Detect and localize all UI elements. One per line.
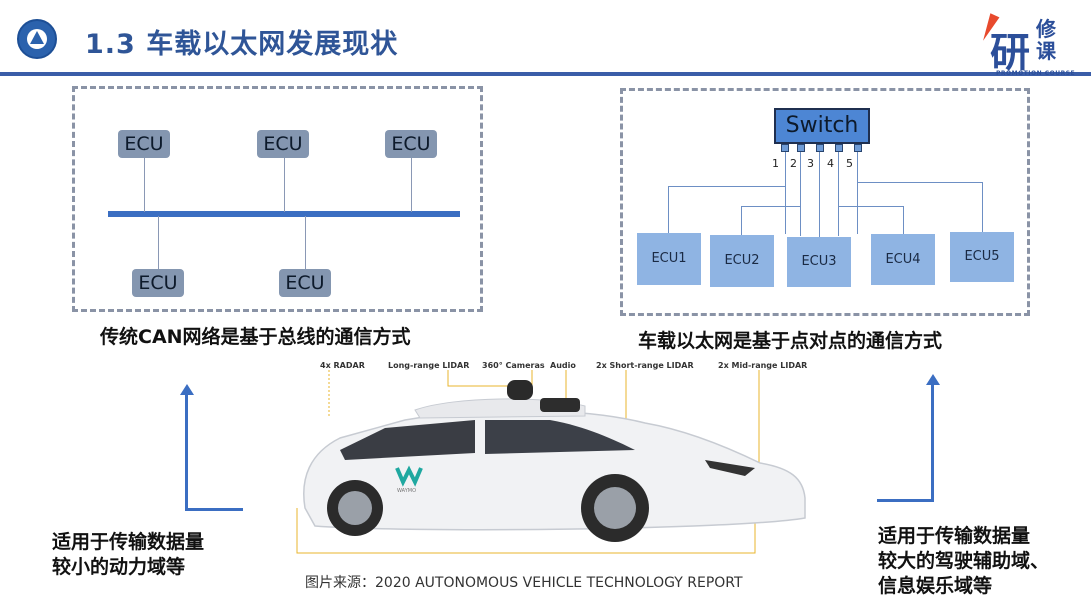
note-line: 适用于传输数据量 — [52, 531, 205, 553]
switch-port — [816, 144, 824, 152]
wire-port3 — [819, 152, 820, 237]
port-number: 4 — [827, 157, 834, 170]
brand-side-text: 修课 — [1036, 17, 1056, 63]
wire-port5-h — [857, 182, 983, 234]
note-line: 信息娱乐域等 — [878, 575, 993, 597]
arrow-shaft — [877, 499, 934, 502]
can-stub — [411, 156, 412, 212]
switch-port — [781, 144, 789, 152]
institution-logo — [17, 19, 57, 59]
can-ecu: ECU — [118, 130, 170, 158]
note-line: 较大的驾驶辅助域、 — [878, 550, 1050, 572]
can-stub — [158, 216, 159, 270]
can-stub — [284, 156, 285, 212]
can-stub — [144, 156, 145, 212]
note-line: 较小的动力域等 — [52, 556, 186, 578]
left-note: 适用于传输数据量 较小的动力域等 — [52, 530, 204, 580]
switch-port — [797, 144, 805, 152]
wire-port2-h — [741, 206, 801, 236]
can-stub — [305, 216, 306, 270]
leader-line — [447, 370, 515, 387]
wheel-rim — [594, 487, 636, 529]
note-line: 适用于传输数据量 — [878, 525, 1031, 547]
roof-sensor — [540, 398, 580, 412]
ethernet-ecu: ECU3 — [787, 237, 851, 287]
logo-emblem-icon — [30, 31, 44, 44]
ethernet-caption: 车载以太网是基于点对点的通信方式 — [638, 330, 943, 352]
arrow-shaft — [931, 382, 934, 501]
car-illustration: WAYMO — [296, 370, 806, 554]
port-number: 3 — [807, 157, 814, 170]
image-source: 图片来源：2020 AUTONOMOUS VEHICLE TECHNOLOGY … — [305, 575, 743, 591]
can-ecu: ECU — [279, 269, 331, 297]
brand-subtitle: PROMOTION COURSE — [996, 70, 1076, 77]
lidar-dome — [507, 380, 533, 400]
brand-logo: 研 修课 PROMOTION COURSE — [978, 8, 1084, 78]
page-title: 1.3 车载以太网发展现状 — [85, 29, 399, 60]
ethernet-ecu: ECU1 — [637, 233, 701, 285]
arrow-shaft — [185, 508, 243, 511]
can-ecu: ECU — [257, 130, 309, 158]
switch-port — [854, 144, 862, 152]
switch-port — [835, 144, 843, 152]
can-ecu: ECU — [132, 269, 184, 297]
ethernet-switch: Switch — [774, 108, 870, 144]
can-ecu: ECU — [385, 130, 437, 158]
ethernet-ecu: ECU2 — [710, 235, 774, 287]
arrow-shaft — [185, 392, 188, 510]
header-divider — [0, 72, 1091, 76]
waymo-text: WAYMO — [397, 488, 416, 494]
can-caption: 传统CAN网络是基于总线的通信方式 — [100, 326, 411, 348]
ethernet-ecu: ECU5 — [950, 232, 1014, 282]
right-note: 适用于传输数据量 较大的驾驶辅助域、 信息娱乐域等 — [878, 524, 1049, 599]
wheel-rim — [338, 491, 372, 525]
ethernet-ecu: ECU4 — [871, 234, 935, 285]
